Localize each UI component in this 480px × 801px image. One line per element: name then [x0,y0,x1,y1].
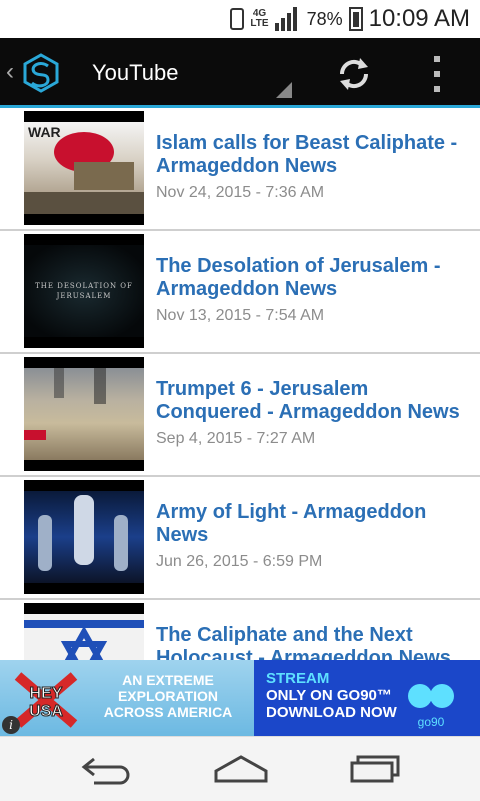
hey-usa-logo: HEY USA [14,672,78,728]
video-title[interactable]: The Desolation of Jerusalem - Armageddon… [156,255,466,301]
refresh-icon[interactable] [334,54,374,94]
video-list-item[interactable]: Trumpet 6 - Jerusalem Conquered - Armage… [0,354,480,477]
svg-text:HEY: HEY [30,685,63,702]
action-bar: ‹ YouTube [0,38,480,108]
video-thumbnail[interactable] [24,480,144,594]
battery-percent: 78% [306,8,343,29]
network-type: 4G LTE [250,8,269,29]
video-title[interactable]: Islam calls for Beast Caliphate - Armage… [156,132,466,178]
battery-icon [348,7,363,31]
flag-image [24,620,144,660]
video-date: Nov 13, 2015 - 7:54 AM [156,307,325,324]
video-title[interactable]: Army of Light - Armageddon News [156,501,466,547]
app-logo-icon[interactable] [18,50,64,96]
video-list-item[interactable]: THE DESOLATION OF JERUSALEM The Desolati… [0,231,480,354]
ad-right-text: STREAM ONLY ON GO90™ DOWNLOAD NOW [266,670,397,721]
ad-banner[interactable]: HEY USA AN EXTREME EXPLORATION ACROSS AM… [0,660,480,736]
ad-info-icon[interactable]: i [2,716,20,734]
go90-logo: go90 [408,684,454,729]
system-nav-bar [0,736,480,801]
vibrate-icon [230,8,245,30]
ad-left-text: AN EXTREME EXPLORATION ACROSS AMERICA [103,672,233,720]
svg-text:go90: go90 [418,715,445,729]
video-title[interactable]: The Caliphate and the Next Holocaust - A… [156,624,466,660]
video-thumbnail[interactable] [24,357,144,471]
video-thumbnail[interactable]: WAR [24,111,144,225]
video-list-item[interactable]: WAR Islam calls for Beast Caliphate - Ar… [0,108,480,231]
recent-apps-icon[interactable] [348,753,404,785]
video-date: Sep 4, 2015 - 7:27 AM [156,430,316,447]
ad-left-panel[interactable]: HEY USA AN EXTREME EXPLORATION ACROSS AM… [0,660,254,736]
video-thumbnail[interactable]: THE DESOLATION OF JERUSALEM [24,234,144,348]
clock: 10:09 AM [368,5,470,32]
home-icon[interactable] [212,753,270,785]
svg-text:USA: USA [29,703,63,720]
video-list[interactable]: WAR Islam calls for Beast Caliphate - Ar… [0,108,480,660]
overflow-menu-icon[interactable] [430,56,444,92]
signal-icon [274,7,301,31]
app-title[interactable]: YouTube [92,60,178,86]
video-date: Jun 26, 2015 - 6:59 PM [156,553,323,570]
video-list-item[interactable]: The Caliphate and the Next Holocaust - A… [0,600,480,660]
video-date: Nov 24, 2015 - 7:36 AM [156,184,325,201]
video-thumbnail[interactable] [24,603,144,660]
status-bar: 4G LTE 78% 10:09 AM [0,0,480,38]
back-icon[interactable] [80,753,136,785]
up-chevron-icon[interactable]: ‹ [6,58,14,86]
video-list-item[interactable]: Army of Light - Armageddon News Jun 26, … [0,477,480,600]
spinner-indicator-icon[interactable] [276,82,292,98]
video-title[interactable]: Trumpet 6 - Jerusalem Conquered - Armage… [156,378,466,424]
